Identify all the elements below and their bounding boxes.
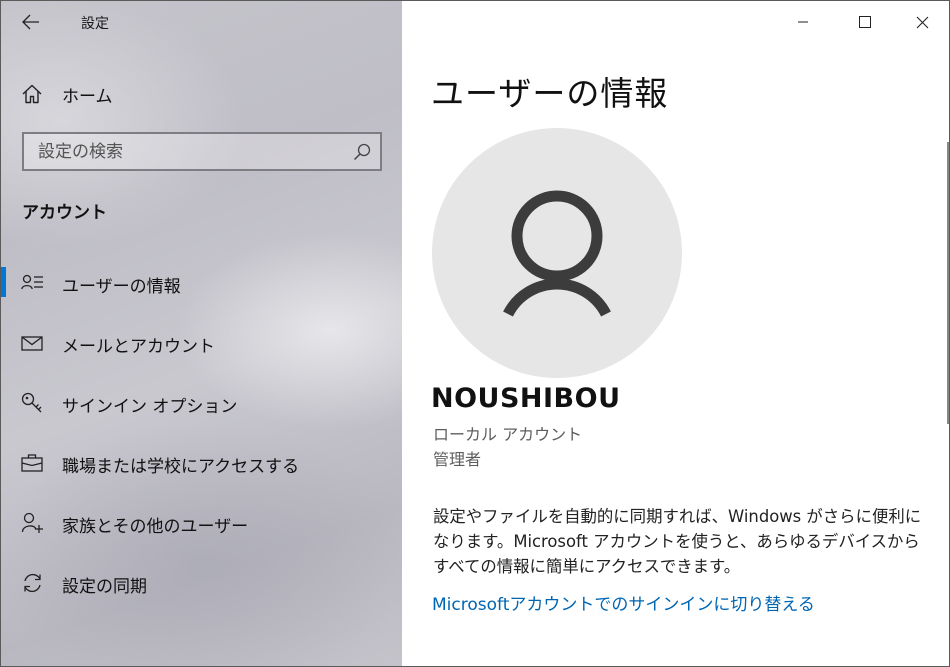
person-list-icon [21,274,43,290]
back-arrow-icon [22,14,39,30]
app-title: 設定 [81,16,109,32]
account-type: ローカル アカウント [433,425,583,444]
sidebar-item-your-info[interactable]: ユーザーの情報 [1,261,402,305]
sidebar: 設定 ホーム アカウント ユーザー [1,1,402,666]
sync-description: 設定やファイルを自動的に同期すれば、Windows がさらに便利になります。Mi… [433,507,922,576]
avatar[interactable] [432,128,682,378]
maximize-button[interactable] [842,1,888,43]
mail-icon [21,336,43,351]
sidebar-item-label: ユーザーの情報 [62,277,181,297]
sidebar-item-family-users[interactable]: 家族とその他のユーザー [1,501,402,545]
back-button[interactable] [15,8,47,36]
sidebar-item-label: 設定の同期 [62,577,147,597]
home-icon [22,84,42,104]
search-box[interactable] [22,132,382,171]
sidebar-item-email-accounts[interactable]: メールとアカウント [1,321,402,365]
sync-icon [24,573,41,593]
minimize-icon [798,21,808,23]
maximize-icon [859,16,871,28]
user-silhouette-icon [503,190,611,317]
switch-to-microsoft-account-link[interactable]: Microsoftアカウントでのサインインに切り替える [432,590,815,615]
nav-home[interactable]: ホーム [1,73,402,113]
close-icon [916,16,928,28]
key-icon [21,392,42,413]
sidebar-item-label: 家族とその他のユーザー [62,517,249,537]
user-name: NOUSHIBOU [431,383,621,414]
sidebar-item-label: 職場または学校にアクセスする [62,457,300,477]
nav-home-label: ホーム [62,87,113,107]
sidebar-item-sync-settings[interactable]: 設定の同期 [1,561,402,605]
person-add-icon [21,512,43,533]
scrollbar[interactable] [947,142,949,424]
account-role: 管理者 [433,450,482,469]
briefcase-icon [21,454,43,472]
minimize-button[interactable] [780,1,826,43]
main-content: ユーザーの情報 NOUSHIBOU ローカル アカウント 管理者 設定やファイル… [402,1,949,666]
search-icon[interactable] [352,142,372,162]
settings-window: 設定 ホーム アカウント ユーザー [0,0,950,667]
sidebar-item-access-work[interactable]: 職場または学校にアクセスする [1,441,402,485]
sidebar-item-label: サインイン オプション [62,397,238,417]
sidebar-item-signin-options[interactable]: サインイン オプション [1,381,402,425]
search-input[interactable] [24,134,344,169]
section-title: アカウント [22,203,107,223]
sidebar-item-label: メールとアカウント [62,337,215,357]
title-bar: 設定 [1,1,402,43]
active-indicator [1,267,6,297]
page-title: ユーザーの情報 [431,74,669,113]
close-button[interactable] [899,1,945,43]
